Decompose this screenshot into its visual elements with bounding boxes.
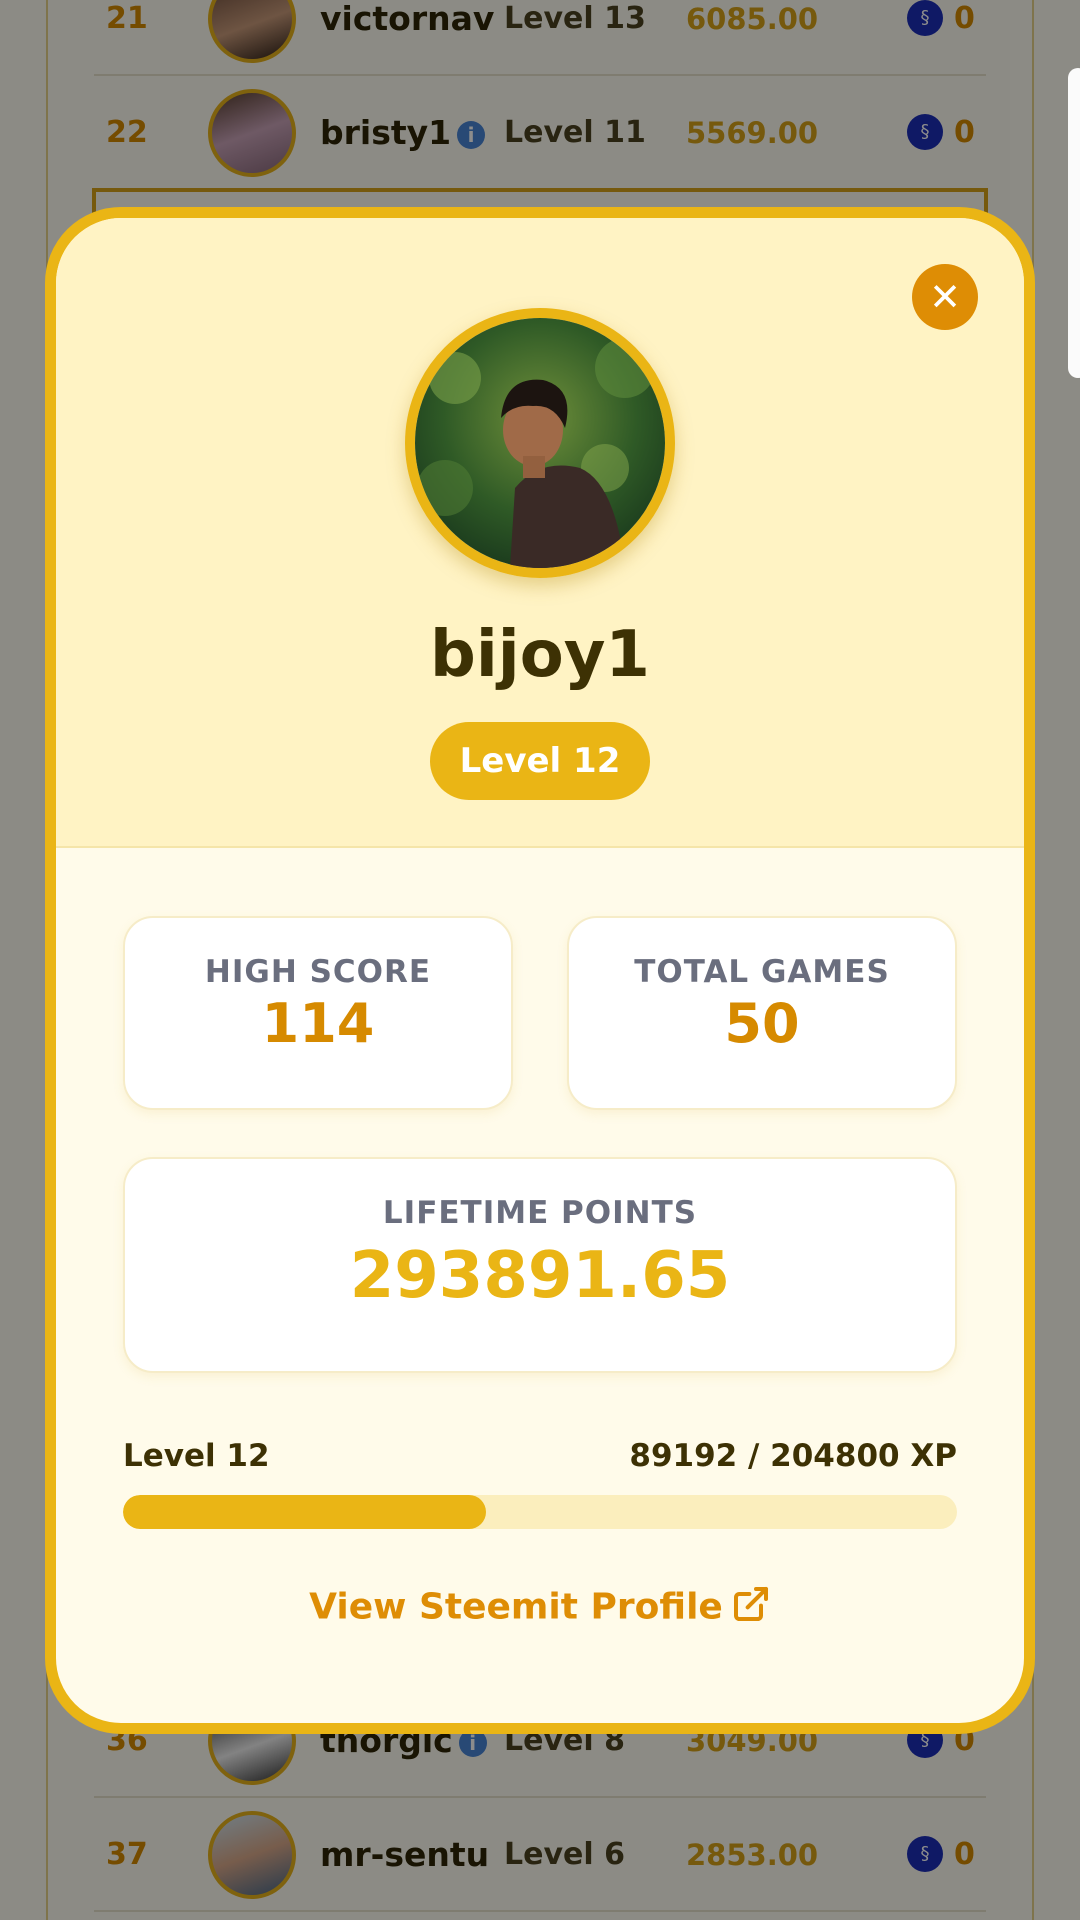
close-icon: ✕ — [929, 275, 961, 319]
total-games-label: TOTAL GAMES — [634, 954, 890, 990]
view-steemit-profile-link[interactable]: View Steemit Profile — [56, 1584, 1024, 1633]
profile-header: ✕ bijoy1 Level 12 — [56, 218, 1024, 848]
lifetime-points-value: 293891.65 — [349, 1239, 731, 1313]
lifetime-points-label: LIFETIME POINTS — [382, 1195, 698, 1231]
progress-xp-label: 89192 / 204800 XP — [629, 1438, 957, 1474]
edge-scroll-handle[interactable] — [1068, 68, 1080, 378]
xp-progress-bar — [123, 1495, 957, 1529]
total-games-value: 50 — [724, 992, 800, 1055]
steemit-link-label: View Steemit Profile — [309, 1586, 723, 1628]
profile-username: bijoy1 — [430, 618, 650, 692]
profile-modal: ✕ bijoy1 Level 12 HIGH SCORE 114 TOTAL G… — [45, 207, 1035, 1734]
progress-level-label: Level 12 — [123, 1438, 270, 1474]
high-score-card: HIGH SCORE 114 — [123, 916, 513, 1110]
profile-avatar — [405, 308, 675, 578]
close-button[interactable]: ✕ — [912, 264, 978, 330]
high-score-label: HIGH SCORE — [204, 954, 432, 990]
avatar-photo — [415, 318, 665, 568]
xp-progress-fill — [123, 1495, 486, 1529]
lifetime-points-card: LIFETIME POINTS 293891.65 — [123, 1157, 957, 1373]
high-score-value: 114 — [261, 992, 375, 1055]
total-games-card: TOTAL GAMES 50 — [567, 916, 957, 1110]
level-badge: Level 12 — [430, 722, 650, 800]
external-link-icon — [731, 1584, 771, 1633]
